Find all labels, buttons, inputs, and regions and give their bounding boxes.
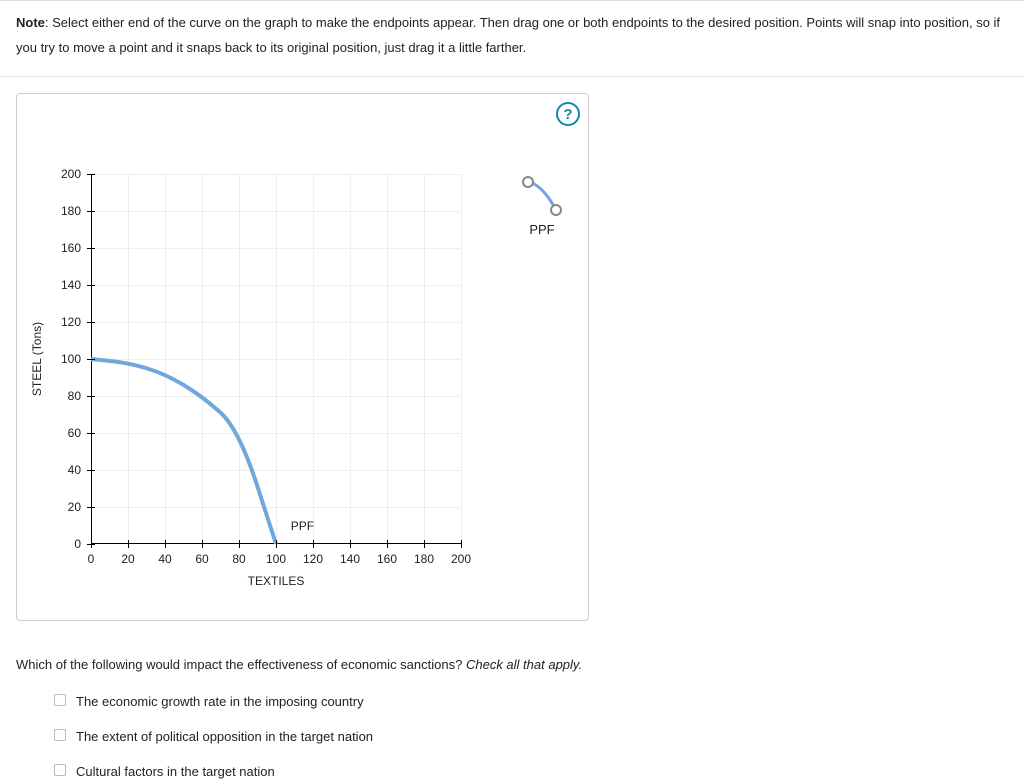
x-tick-label: 60 (195, 552, 208, 566)
x-tick-label: 80 (232, 552, 245, 566)
y-axis-title: STEEL (Tons) (30, 322, 44, 396)
x-tick-label: 20 (121, 552, 134, 566)
plot-area[interactable]: PPF TEXTILES STEEL (Tons) 02040608010012… (91, 174, 461, 544)
grid-line (202, 174, 203, 544)
y-tick (87, 396, 95, 397)
y-tick-label: 200 (61, 167, 81, 181)
legend-label-ppf: PPF (522, 222, 562, 237)
y-tick (87, 174, 95, 175)
y-tick (87, 433, 95, 434)
x-tick-label: 180 (414, 552, 434, 566)
x-tick-label: 120 (303, 552, 323, 566)
x-axis-title: TEXTILES (248, 574, 305, 588)
y-tick (87, 285, 95, 286)
y-tick (87, 507, 95, 508)
y-tick-label: 80 (68, 389, 81, 403)
y-tick-label: 100 (61, 352, 81, 366)
grid-line (276, 174, 277, 544)
x-tick (424, 540, 425, 548)
y-tick-label: 20 (68, 500, 81, 514)
note-block: Note: Select either end of the curve on … (0, 1, 1024, 77)
question-text: Which of the following would impact the … (16, 657, 462, 672)
y-tick (87, 470, 95, 471)
x-tick-label: 100 (266, 552, 286, 566)
x-tick-label: 160 (377, 552, 397, 566)
x-tick-label: 140 (340, 552, 360, 566)
y-tick-label: 120 (61, 315, 81, 329)
y-tick-label: 140 (61, 278, 81, 292)
grid-line (350, 174, 351, 544)
option-label: The economic growth rate in the imposing… (76, 692, 364, 713)
grid-line (461, 174, 462, 544)
checkbox[interactable] (54, 694, 66, 706)
y-tick-label: 0 (74, 537, 81, 551)
legend[interactable]: PPF (522, 176, 562, 237)
grid-line (387, 174, 388, 544)
x-tick (350, 540, 351, 548)
grid-line (239, 174, 240, 544)
y-tick-label: 40 (68, 463, 81, 477)
y-tick-label: 180 (61, 204, 81, 218)
x-tick (313, 540, 314, 548)
y-tick (87, 359, 95, 360)
y-tick (87, 544, 95, 545)
legend-swatch-ppf[interactable] (522, 176, 562, 216)
option-row[interactable]: The economic growth rate in the imposing… (54, 692, 1008, 713)
y-tick (87, 211, 95, 212)
x-tick (165, 540, 166, 548)
y-tick-label: 160 (61, 241, 81, 255)
checkbox[interactable] (54, 764, 66, 776)
x-tick (128, 540, 129, 548)
grid-line (128, 174, 129, 544)
option-row[interactable]: Cultural factors in the target nation (54, 762, 1008, 783)
grid-line (424, 174, 425, 544)
note-label: Note (16, 15, 45, 30)
y-tick-label: 60 (68, 426, 81, 440)
help-button[interactable]: ? (556, 102, 580, 126)
y-tick (87, 248, 95, 249)
x-tick-label: 0 (88, 552, 95, 566)
x-tick-label: 40 (158, 552, 171, 566)
x-tick (239, 540, 240, 548)
ppf-curve-label: PPF (291, 519, 314, 533)
x-tick (461, 540, 462, 548)
x-tick (387, 540, 388, 548)
checkbox[interactable] (54, 729, 66, 741)
help-icon: ? (563, 106, 572, 123)
option-row[interactable]: The extent of political opposition in th… (54, 727, 1008, 748)
note-text: : Select either end of the curve on the … (16, 15, 1000, 55)
x-tick (276, 540, 277, 548)
x-tick-label: 200 (451, 552, 471, 566)
option-label: The extent of political opposition in th… (76, 727, 373, 748)
question-instruction: Check all that apply. (466, 657, 582, 672)
option-label: Cultural factors in the target nation (76, 762, 275, 783)
grid-line (165, 174, 166, 544)
graph-container[interactable]: ? PPF TEXTILES STEEL (Tons) 020406080100… (16, 93, 589, 621)
x-tick (202, 540, 203, 548)
grid-line (313, 174, 314, 544)
y-tick (87, 322, 95, 323)
